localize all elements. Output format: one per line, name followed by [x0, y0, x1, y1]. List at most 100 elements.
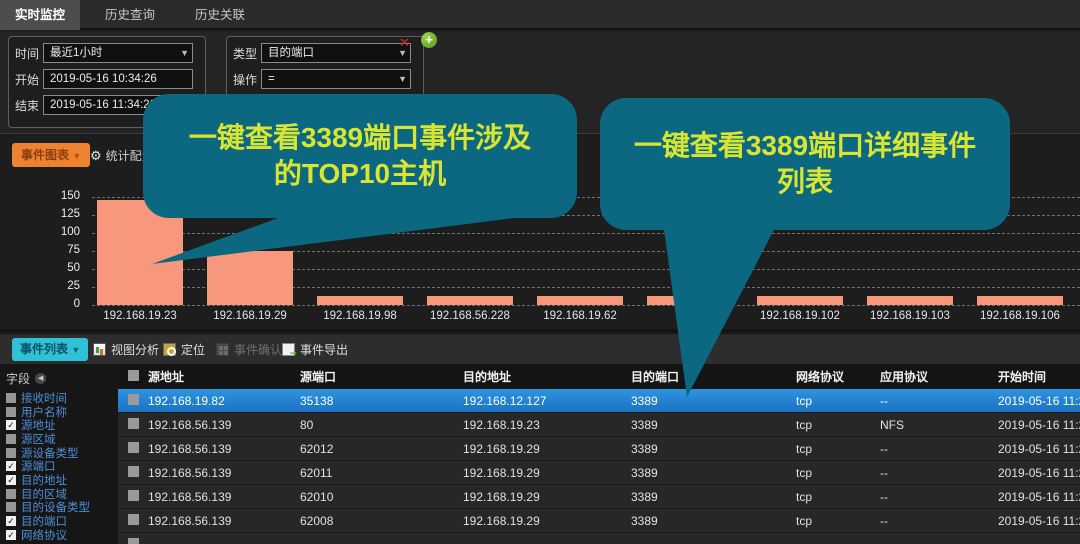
col-app-protocol[interactable]: 应用协议: [880, 368, 998, 385]
col-dst-address[interactable]: 目的地址: [463, 368, 631, 385]
col-net-protocol[interactable]: 网络协议: [796, 368, 880, 385]
event-list-panel: 事件列表 ▼ 视图分析 定位 事件确认 事件导出 字段 ◀: [0, 335, 1080, 544]
cell-start-time: 2019-05-16 11:27:: [998, 466, 1080, 480]
event-export-button[interactable]: 事件导出: [282, 341, 348, 358]
gridline: [92, 233, 1080, 234]
y-tick: 0: [44, 298, 80, 310]
table-header: 源地址 源端口 目的地址 目的端口 网络协议 应用协议 开始时间: [118, 364, 1080, 389]
row-checkbox[interactable]: [128, 394, 139, 405]
cell-app-protocol: --: [880, 490, 998, 504]
cell-app-protocol: NFS: [880, 418, 998, 432]
y-tick: 75: [44, 244, 80, 256]
cell-src-port: 35138: [300, 394, 463, 408]
y-tick: 25: [44, 280, 80, 292]
tab-history-correlation[interactable]: 历史关联: [180, 0, 260, 30]
cell-dst-address: 192.168.19.29: [463, 466, 631, 480]
chart-bar[interactable]: [977, 296, 1063, 305]
event-confirm-button[interactable]: 事件确认: [216, 341, 282, 358]
collapse-icon[interactable]: ◀: [35, 373, 46, 384]
event-table: 源地址 源端口 目的地址 目的端口 网络协议 应用协议 开始时间 192.168…: [118, 364, 1080, 544]
checkbox[interactable]: [6, 407, 16, 417]
field-option[interactable]: 源设备类型: [0, 446, 118, 460]
field-option[interactable]: ✓网络协议: [0, 528, 118, 542]
col-dst-port[interactable]: 目的端口: [631, 368, 796, 385]
y-tick: 50: [44, 262, 80, 274]
chart-bar[interactable]: [537, 296, 623, 305]
checkbox[interactable]: [6, 502, 16, 512]
row-checkbox[interactable]: [128, 538, 139, 544]
row-checkbox[interactable]: [128, 490, 139, 501]
chevron-down-icon: ▼: [72, 151, 81, 161]
operator-label: 操作: [233, 71, 261, 88]
col-start-time[interactable]: 开始时间: [998, 368, 1080, 385]
cell-src-address: 192.168.56.139: [148, 442, 300, 456]
checkbox[interactable]: ✓: [6, 475, 16, 485]
cell-dst-port: 3389: [631, 490, 796, 504]
table-row[interactable]: 192.168.56.139 62011 192.168.19.29 3389 …: [118, 461, 1080, 485]
chart-bar[interactable]: [867, 296, 953, 305]
cell-net-protocol: tcp: [796, 418, 880, 432]
cell-src-address: 192.168.19.82: [148, 394, 300, 408]
table-row-selected[interactable]: 192.168.19.82 35138 192.168.12.127 3389 …: [118, 389, 1080, 413]
x-tick: 192.168.19.106: [965, 310, 1075, 322]
cell-start-time: 2019-05-16 11:27:: [998, 490, 1080, 504]
time-range-select[interactable]: 最近1小时▼: [43, 43, 193, 63]
checkbox[interactable]: ✓: [6, 516, 16, 526]
chart-bar[interactable]: [317, 296, 403, 305]
select-all-checkbox[interactable]: [128, 370, 139, 381]
x-tick: 192.168.19.29: [195, 310, 305, 322]
cell-net-protocol: tcp: [796, 514, 880, 528]
checkbox[interactable]: ✓: [6, 530, 16, 540]
cell-src-port: 62010: [300, 490, 463, 504]
remove-filter-icon[interactable]: ✕: [399, 35, 410, 51]
event-chart-button[interactable]: 事件图表 ▼: [12, 143, 90, 167]
chart-bar[interactable]: [427, 296, 513, 305]
checkbox[interactable]: [6, 434, 16, 444]
checkbox[interactable]: [6, 393, 16, 403]
checkbox[interactable]: [6, 448, 16, 458]
y-tick: 150: [44, 190, 80, 202]
cell-app-protocol: --: [880, 442, 998, 456]
end-label: 结束: [15, 97, 43, 114]
view-analysis-button[interactable]: 视图分析: [93, 341, 159, 358]
start-time-input[interactable]: 2019-05-16 10:34:26: [43, 69, 193, 89]
x-tick: 192.168.56.228: [415, 310, 525, 322]
event-export-icon: [282, 343, 295, 356]
field-option[interactable]: 用户名称: [0, 405, 118, 419]
start-label: 开始: [15, 71, 43, 88]
table-row[interactable]: 192.168.56.139 62008 192.168.19.29 3389 …: [118, 509, 1080, 533]
add-filter-icon[interactable]: +: [421, 32, 437, 48]
cell-dst-port: 3389: [631, 514, 796, 528]
row-checkbox[interactable]: [128, 514, 139, 525]
checkbox[interactable]: [6, 489, 16, 499]
cell-app-protocol: --: [880, 466, 998, 480]
table-row[interactable]: 192.168.56.139 62010 192.168.19.29 3389 …: [118, 485, 1080, 509]
tab-realtime-monitor[interactable]: 实时监控: [0, 0, 80, 30]
col-src-address[interactable]: 源地址: [148, 368, 300, 385]
chart-bar[interactable]: [757, 296, 843, 305]
y-tick: 100: [44, 226, 80, 238]
type-select[interactable]: 目的端口▼: [261, 43, 411, 63]
table-row[interactable]: 192.168.56.139 80 192.168.19.23 3389 tcp…: [118, 413, 1080, 437]
col-src-port[interactable]: 源端口: [300, 368, 463, 385]
table-row[interactable]: 192.168.56.139 62012 192.168.19.29 3389 …: [118, 437, 1080, 461]
cell-net-protocol: tcp: [796, 442, 880, 456]
security-monitor-window: 实时监控 历史查询 历史关联 时间 最近1小时▼ 开始 2019-05-16 1…: [0, 0, 1080, 544]
operator-select[interactable]: =▼: [261, 69, 411, 89]
field-option[interactable]: ✓源地址: [0, 418, 118, 432]
event-list-toolbar: 事件列表 ▼ 视图分析 定位 事件确认 事件导出: [0, 335, 1080, 364]
cell-dst-port: 3389: [631, 466, 796, 480]
table-row-partial[interactable]: [118, 533, 1080, 544]
row-checkbox[interactable]: [128, 418, 139, 429]
row-checkbox[interactable]: [128, 466, 139, 477]
cell-start-time: 2019-05-16 11:27:: [998, 442, 1080, 456]
checkbox[interactable]: ✓: [6, 420, 16, 430]
event-list-button[interactable]: 事件列表 ▼: [12, 338, 88, 361]
tab-history-query[interactable]: 历史查询: [90, 0, 170, 30]
chart-bar[interactable]: [647, 296, 733, 305]
chart-bar[interactable]: [207, 251, 293, 305]
cell-app-protocol: --: [880, 394, 998, 408]
row-checkbox[interactable]: [128, 442, 139, 453]
checkbox[interactable]: ✓: [6, 461, 16, 471]
locate-button[interactable]: 定位: [163, 341, 205, 358]
